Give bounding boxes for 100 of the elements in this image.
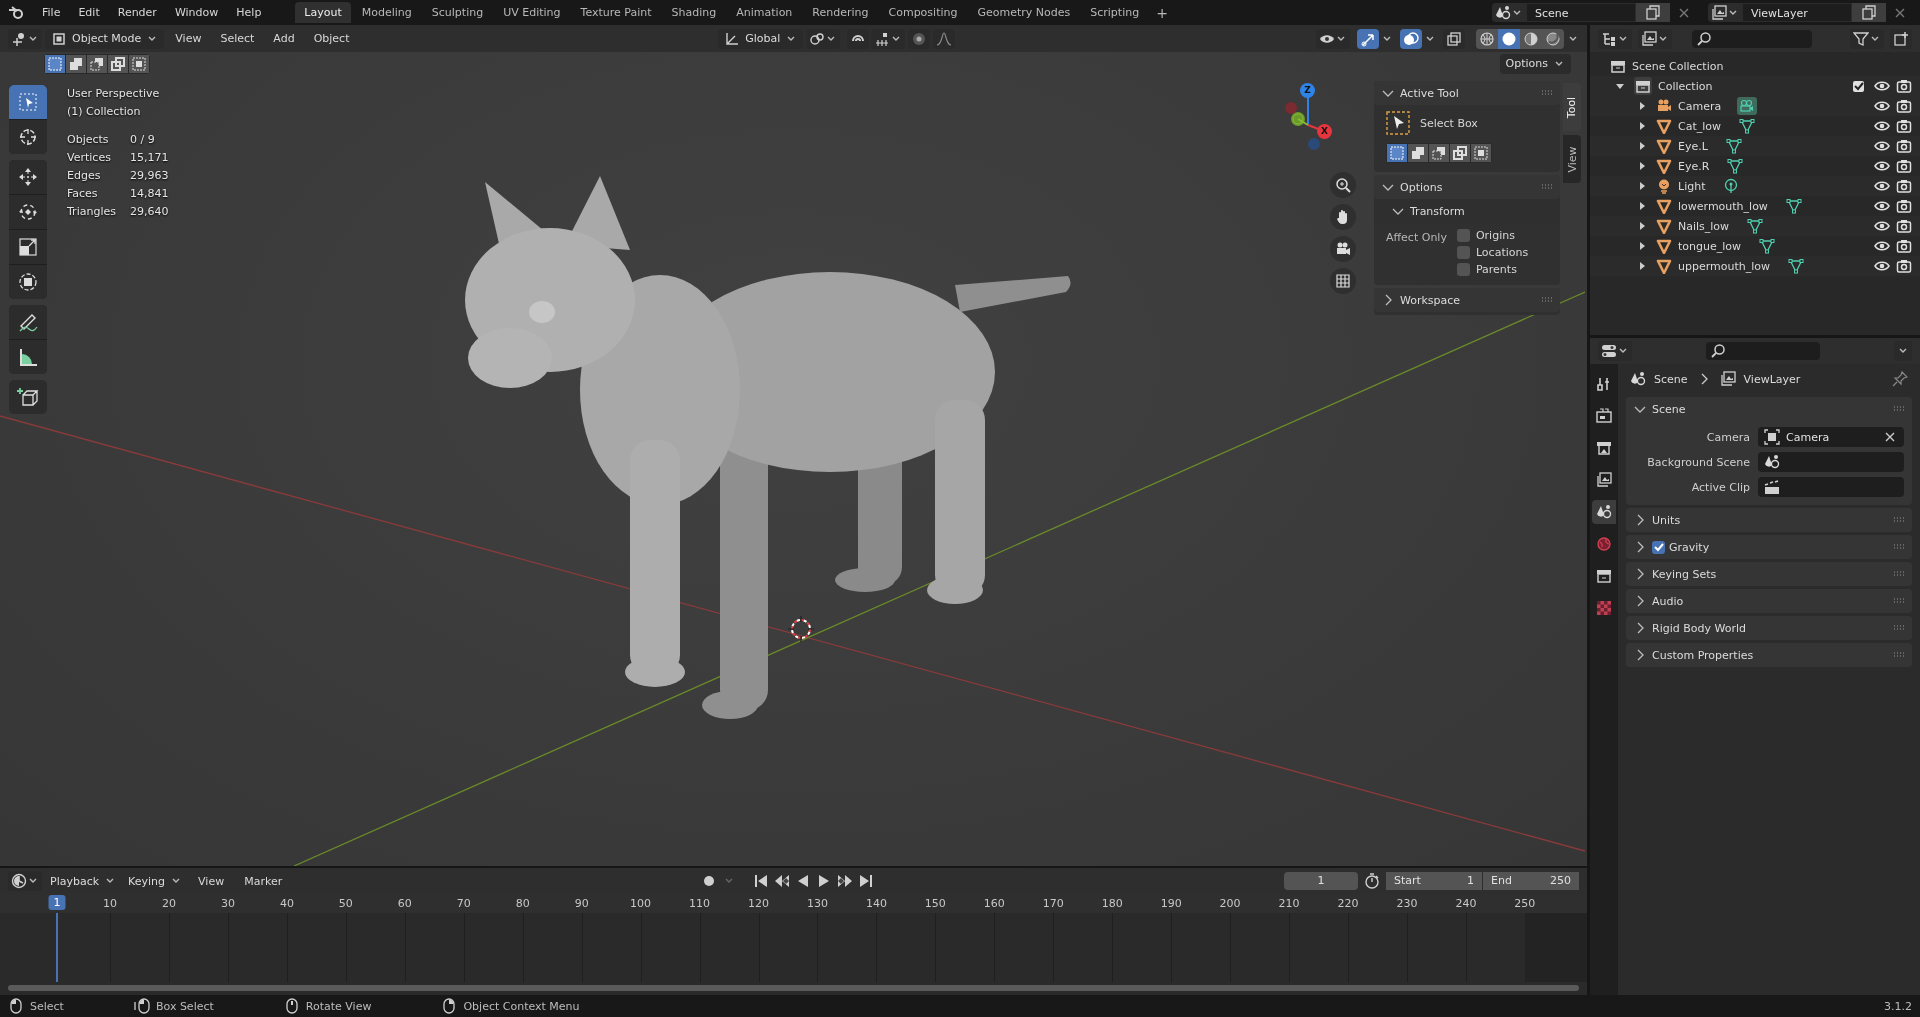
workspace-tab[interactable]: Layout [295, 2, 351, 23]
menu-item[interactable]: Add [265, 29, 303, 48]
frame-number: 50 [338, 897, 353, 910]
menu-dropdown[interactable]: Playback [46, 871, 121, 891]
tree-item[interactable]: Scene Collection [1632, 59, 1724, 73]
checkbox[interactable]: Locations [1456, 246, 1529, 259]
workspace-tab[interactable]: Shading [662, 2, 726, 23]
menu-item[interactable]: View [167, 29, 210, 48]
breadcrumb[interactable]: ViewLayer [1743, 372, 1801, 386]
panel-title[interactable]: Audio [1652, 594, 1684, 608]
frame-number: 110 [689, 897, 711, 910]
menu-item[interactable]: Object [305, 29, 358, 48]
frame-number: 180 [1101, 897, 1123, 910]
mode-dropdown[interactable]: Object Mode [45, 28, 165, 49]
sidebar-tab[interactable]: Tool [1563, 83, 1581, 131]
workspace-tab[interactable]: Compositing [879, 2, 967, 23]
panel-title[interactable]: Keying Sets [1652, 567, 1717, 581]
status-hint: Rotate View [305, 999, 372, 1013]
menu-item[interactable]: File [34, 3, 69, 22]
scene-name-field[interactable]: Scene [1526, 3, 1636, 22]
view-name: User Perspective [67, 86, 161, 102]
camera-field[interactable]: Camera [1758, 427, 1904, 447]
panel-title[interactable]: Transform [1410, 204, 1465, 218]
workspace-tab[interactable]: Animation [727, 2, 802, 23]
axis-ball[interactable]: X [1317, 124, 1332, 139]
tree-item[interactable]: Nails_low [1678, 219, 1730, 233]
status-hint: Box Select [155, 999, 214, 1013]
frame-number: 140 [865, 897, 887, 910]
frame-number: 250 [1514, 897, 1536, 910]
menu-item[interactable]: Render [109, 3, 165, 22]
menu-item[interactable]: Edit [70, 3, 108, 22]
end-frame-field[interactable]: End 250 [1483, 872, 1579, 890]
frame-number: 230 [1396, 897, 1418, 910]
checkbox[interactable]: Origins [1456, 229, 1529, 242]
version-label: 3.1.2 [1884, 999, 1912, 1013]
menu-item[interactable]: Help [228, 3, 270, 22]
tool-name: Select Box [1420, 116, 1478, 130]
tree-item[interactable]: Camera [1678, 99, 1722, 113]
frame-number: 170 [1042, 897, 1064, 910]
panel-title[interactable]: Units [1652, 513, 1681, 527]
stat-label: Objects [67, 132, 110, 148]
menu-item[interactable]: Select [212, 29, 263, 48]
frame-number: 160 [983, 897, 1005, 910]
stat-label: Triangles [67, 204, 116, 220]
tree-item[interactable]: lowermouth_low [1678, 199, 1768, 213]
frame-number: 20 [162, 897, 176, 910]
sidebar-tab[interactable]: View [1563, 135, 1581, 183]
view-layer-name-field[interactable]: ViewLayer [1742, 3, 1852, 22]
panel-title[interactable]: Scene [1652, 402, 1686, 416]
stat-value: 29,963 [129, 168, 169, 184]
tree-item[interactable]: Eye.R [1678, 159, 1710, 173]
tree-item[interactable]: Eye.L [1678, 139, 1708, 153]
frame-number: 210 [1278, 897, 1300, 910]
frame-number: 240 [1455, 897, 1477, 910]
panel-title[interactable]: Gravity [1669, 540, 1710, 554]
field-label: Active Clip [1690, 480, 1750, 494]
axis-ball[interactable]: Z [1300, 83, 1315, 98]
panel-title[interactable]: Workspace [1400, 293, 1461, 307]
current-frame-field[interactable]: 1 [1284, 872, 1358, 890]
frame-number: 150 [924, 897, 946, 910]
workspace-tab[interactable]: Rendering [803, 2, 878, 23]
tree-item[interactable]: Cat_low [1678, 119, 1722, 133]
workspace-tab[interactable]: Geometry Nodes [968, 2, 1080, 23]
workspace-tab[interactable]: Modeling [352, 2, 421, 23]
playhead[interactable]: 1 [48, 895, 66, 910]
tree-item[interactable]: Light [1678, 179, 1706, 193]
breadcrumb[interactable]: Scene [1654, 372, 1688, 386]
menu-dropdown[interactable]: Keying [124, 871, 187, 891]
tree-item[interactable]: uppermouth_low [1678, 259, 1771, 273]
start-frame-field[interactable]: Start 1 [1386, 872, 1482, 890]
frame-number: 120 [748, 897, 769, 910]
panel-title[interactable]: Active Tool [1400, 86, 1459, 100]
orientation-dropdown[interactable]: Global [718, 28, 804, 49]
workspace-tab[interactable]: UV Editing [494, 2, 570, 23]
frame-number: 90 [574, 897, 589, 910]
workspace-tab[interactable]: Sculpting [422, 2, 493, 23]
tree-item[interactable]: Collection [1658, 79, 1713, 93]
frame-number: 130 [806, 897, 828, 910]
panel-title[interactable]: Rigid Body World [1652, 621, 1746, 635]
tree-item[interactable]: tongue_low [1678, 239, 1742, 253]
menu-item[interactable]: View [190, 871, 233, 891]
frame-number: 10 [103, 897, 118, 910]
frame-number: 200 [1219, 897, 1241, 910]
panel-title[interactable]: Options [1400, 180, 1443, 194]
workspace-tab[interactable]: Texture Paint [571, 2, 661, 23]
stat-label: Faces [67, 186, 99, 202]
stat-label: Vertices [67, 150, 112, 166]
add-workspace-button[interactable]: + [1150, 4, 1174, 21]
workspace-tab[interactable]: Scripting [1081, 2, 1149, 23]
frame-number: 100 [630, 897, 652, 910]
frame-number: 30 [220, 897, 235, 910]
options-dropdown[interactable]: Options [1499, 53, 1571, 74]
menu-item[interactable]: Window [166, 3, 227, 22]
checkbox[interactable]: Parents [1456, 263, 1529, 276]
field-label: Background Scene [1646, 455, 1750, 469]
frame-number: 220 [1337, 897, 1359, 910]
frame-number: 70 [456, 897, 471, 910]
status-hint: Object Context Menu [463, 999, 580, 1013]
menu-item[interactable]: Marker [236, 871, 291, 891]
frame-number: 40 [279, 897, 294, 910]
